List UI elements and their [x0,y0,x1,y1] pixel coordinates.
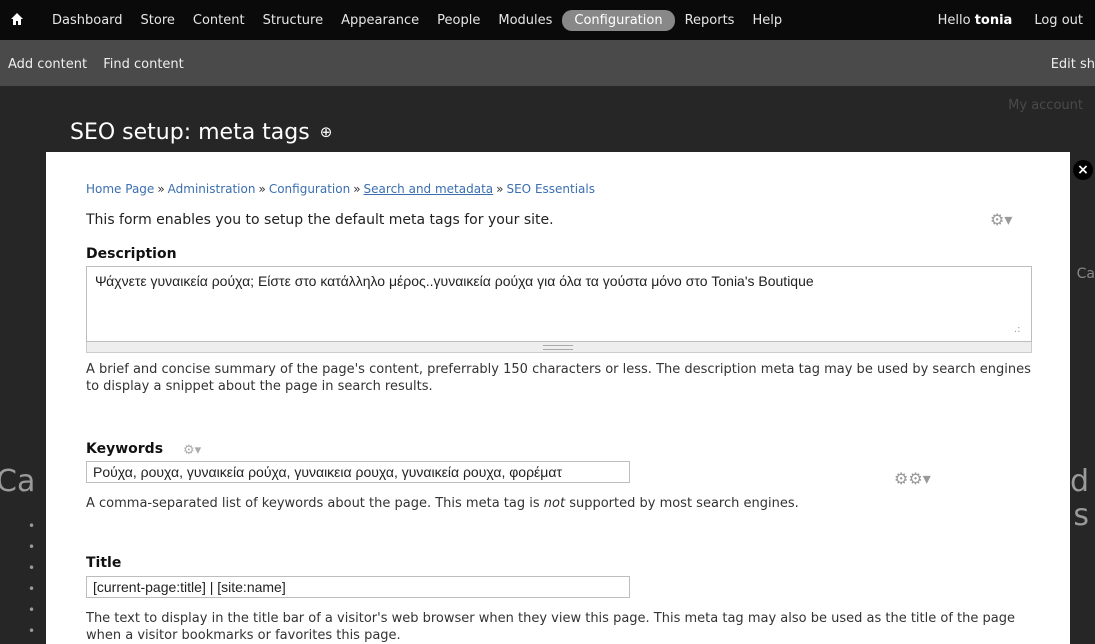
toolbar-item-structure[interactable]: Structure [255,9,331,32]
bg-bullet-list: • • • • • • [28,519,36,638]
breadcrumb-separator: » [353,182,361,196]
shortcut-bar: Add content Find content Edit sho [0,40,1095,87]
close-icon[interactable]: × [1073,160,1093,180]
toolbar-item-help[interactable]: Help [744,9,790,32]
admin-toolbar: Dashboard Store Content Structure Appearance… [0,0,1095,40]
edit-shortcuts-link[interactable]: Edit sho [1051,57,1095,72]
keywords-help: A comma-separated list of keywords about… [86,495,1036,512]
user-area: Hello tonia Log out [938,0,1083,40]
plus-circle-icon[interactable]: ⊕ [320,123,333,141]
keywords-help-text: supported by most search engines. [565,496,799,511]
breadcrumb-separator: » [258,182,266,196]
overlay-title: SEO setup: meta tags ⊕ [70,120,332,145]
toolbar-item-reports[interactable]: Reports [677,9,743,32]
toolbar-item-dashboard[interactable]: Dashboard [44,9,131,32]
toolbar-item-modules[interactable]: Modules [490,9,560,32]
gear-icon[interactable]: ⚙▾ [990,210,1012,229]
my-account-link: My account [1008,98,1083,113]
gear-icon: ⚙▾ [183,443,202,458]
textarea-grippie[interactable] [86,342,1032,353]
username[interactable]: tonia [975,13,1013,28]
bg-text-ca-left: Ca [0,464,36,499]
page-title: SEO setup: meta tags [70,120,310,145]
breadcrumb-link[interactable]: SEO Essentials [506,182,595,196]
keywords-label: Keywords [86,441,164,457]
bg-text-ca-right: Ca [1076,266,1095,282]
gear-icon[interactable]: ⚙⚙▾ [894,469,931,488]
title-help: The text to display in the title bar of … [86,611,1015,643]
breadcrumb-separator: » [496,182,504,196]
toolbar-item-store[interactable]: Store [133,9,183,32]
breadcrumb-link[interactable]: Home Page [86,182,154,196]
logout-link[interactable]: Log out [1034,13,1083,28]
keywords-help-emphasis: not [543,496,566,511]
breadcrumb-link[interactable]: Search and metadata [364,182,494,196]
overlay-content: Home Page» Administration» Configuration» S… [46,152,1070,644]
bg-text-d: d [1069,464,1089,499]
toolbar-item-content[interactable]: Content [185,9,253,32]
keywords-field[interactable]: Ρούχα, ρουχα, γυναικεία ρούχα, γυναικεια… [86,461,630,483]
breadcrumb: Home Page» Administration» Configuration» S… [86,182,595,196]
breadcrumb-separator: » [157,182,165,196]
toolbar-item-configuration[interactable]: Configuration [562,9,675,31]
keywords-help-text: A comma-separated list of keywords about… [86,496,544,511]
add-content-link[interactable]: Add content [8,57,87,72]
bg-text-s: s [1073,498,1089,533]
home-icon[interactable] [10,12,24,26]
find-content-link[interactable]: Find content [103,57,184,72]
hello-label: Hello [937,12,971,28]
toolbar-item-appearance[interactable]: Appearance [333,9,427,32]
description-label: Description [86,246,177,262]
intro-text: This form enables you to setup the defau… [86,212,554,228]
description-textarea[interactable]: Ψάχνετε γυναικεία ρούχα; Είστε στο κατάλ… [86,266,1032,342]
admin-menu: Dashboard Store Content Structure Appearance… [44,0,792,40]
breadcrumb-link[interactable]: Administration [168,182,256,196]
breadcrumb-link[interactable]: Configuration [269,182,350,196]
title-field[interactable]: [current-page:title] | [site:name] [86,576,630,598]
resize-grip-icon[interactable]: .: [1014,324,1021,335]
toolbar-item-people[interactable]: People [429,9,488,32]
description-help: A brief and concise summary of the page'… [86,362,1031,394]
title-label: Title [86,555,122,571]
